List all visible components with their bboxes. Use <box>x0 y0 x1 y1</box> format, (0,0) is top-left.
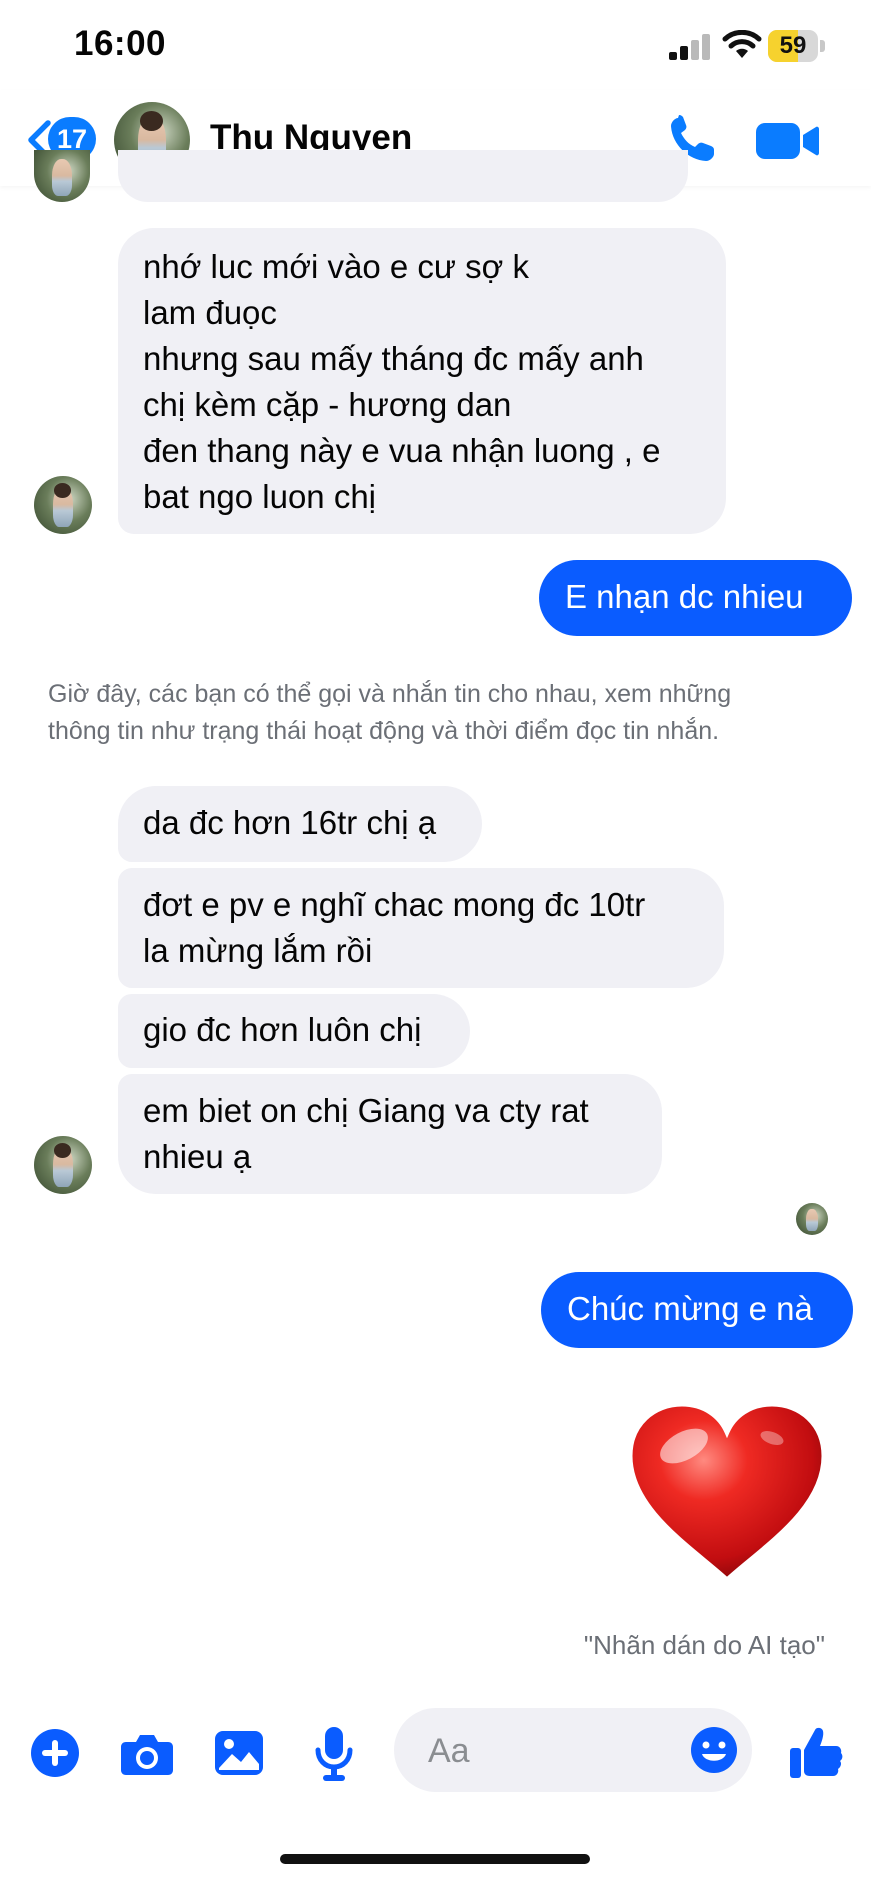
message-input[interactable] <box>426 1708 670 1794</box>
microphone-icon[interactable] <box>314 1726 354 1782</box>
message-text: bat ngo luon chị <box>143 478 377 515</box>
outgoing-message[interactable]: E nhạn dc nhieu <box>539 560 852 636</box>
message-text: em biet on chị Giang va cty rat <box>143 1092 589 1129</box>
read-receipt-avatar <box>796 1203 828 1235</box>
message-text: la mừng lắm rồi <box>143 932 373 969</box>
message-text: chị kèm cặp - hương dan <box>143 386 512 423</box>
message-text: nhớ luc mới vào e cư sợ k <box>143 248 529 285</box>
camera-icon[interactable] <box>120 1732 174 1776</box>
thumbs-up-icon[interactable] <box>788 1724 844 1780</box>
outgoing-message[interactable]: Chúc mừng e nà <box>541 1272 853 1348</box>
system-notice-line: Giờ đây, các bạn có thể gọi và nhắn tin … <box>48 680 732 708</box>
sender-avatar[interactable] <box>34 1136 92 1194</box>
battery-indicator: 59 <box>768 30 826 62</box>
message-text: nhieu ạ <box>143 1138 252 1175</box>
system-notice: Giờ đây, các bạn có thể gọi và nhắn tin … <box>48 676 848 750</box>
heart-sticker[interactable] <box>622 1398 832 1588</box>
message-text: nhưng sau mấy tháng đc mấy anh <box>143 340 644 377</box>
battery-level: 59 <box>779 32 807 59</box>
sender-avatar <box>34 150 90 202</box>
signal-icon <box>669 34 710 60</box>
message-text: lam đuọc <box>143 294 277 331</box>
message-bubble-partial[interactable] <box>118 150 688 202</box>
gallery-icon[interactable] <box>214 1730 264 1776</box>
incoming-message[interactable]: gio đc hơn luôn chị <box>118 994 470 1068</box>
status-time: 16:00 <box>74 24 167 63</box>
wifi-icon <box>722 30 762 58</box>
incoming-message[interactable]: đơt e pv e nghĩ chac mong đc 10tr la mừn… <box>118 868 724 988</box>
plus-icon[interactable] <box>30 1728 80 1778</box>
emoji-icon[interactable] <box>690 1726 738 1774</box>
message-text: đen thang này e vua nhận luong , e <box>143 432 661 469</box>
incoming-message[interactable]: nhớ luc mới vào e cư sợ k lam đuọc nhưng… <box>118 228 726 534</box>
sender-avatar[interactable] <box>34 476 92 534</box>
incoming-message[interactable]: da đc hơn 16tr chị ạ <box>118 786 482 862</box>
incoming-message[interactable]: em biet on chị Giang va cty rat nhieu ạ <box>118 1074 662 1194</box>
video-camera-icon[interactable] <box>754 115 820 165</box>
sticker-caption: "Nhãn dán do AI tạo" <box>583 1630 825 1660</box>
home-indicator <box>280 1854 590 1864</box>
system-notice-line: thông tin như trạng thái hoạt động và th… <box>48 717 720 745</box>
message-text: đơt e pv e nghĩ chac mong đc 10tr <box>143 886 646 923</box>
